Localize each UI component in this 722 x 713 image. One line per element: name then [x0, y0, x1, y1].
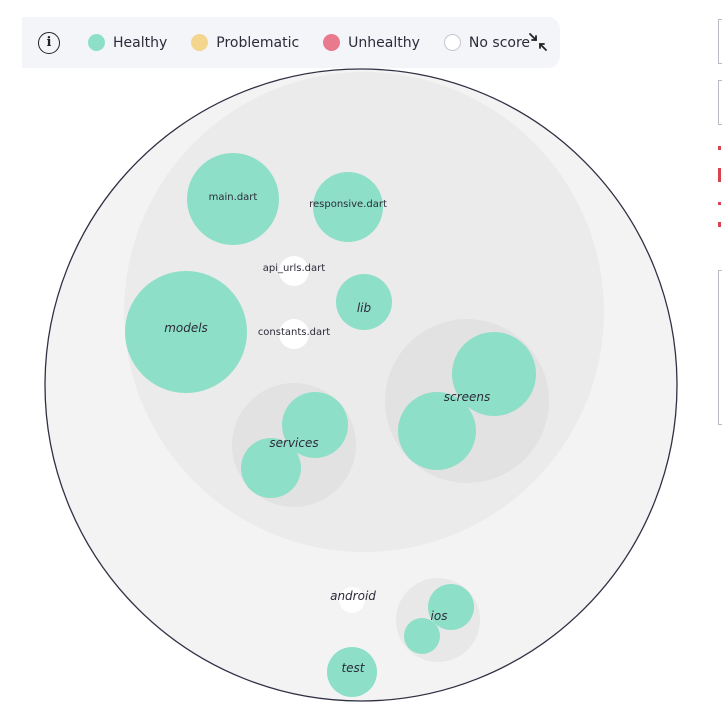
panel-red-mark [718, 168, 721, 182]
label-android: android [330, 589, 376, 603]
label-api-urls-dart: api_urls.dart [263, 263, 325, 274]
panel-red-mark [718, 222, 721, 227]
file-circle-ios-a[interactable] [428, 584, 474, 630]
panel-box [718, 270, 722, 425]
label-ios: ios [431, 609, 448, 623]
panel-box [718, 80, 722, 125]
code-health-circle-pack: main.dart responsive.dart api_urls.dart … [44, 68, 678, 702]
file-circle-ios-b[interactable] [404, 618, 440, 654]
label-test: test [341, 661, 365, 675]
label-services: services [269, 436, 318, 450]
label-responsive-dart: responsive.dart [309, 199, 387, 210]
label-screens: screens [444, 390, 490, 404]
panel-red-mark [718, 146, 721, 150]
panel-red-mark [718, 202, 721, 205]
panel-box [718, 19, 722, 64]
label-main-dart: main.dart [209, 192, 258, 203]
label-lib: lib [357, 301, 372, 315]
label-models: models [164, 321, 208, 335]
side-panel-edge [718, 0, 722, 713]
label-constants-dart: constants.dart [258, 327, 330, 338]
